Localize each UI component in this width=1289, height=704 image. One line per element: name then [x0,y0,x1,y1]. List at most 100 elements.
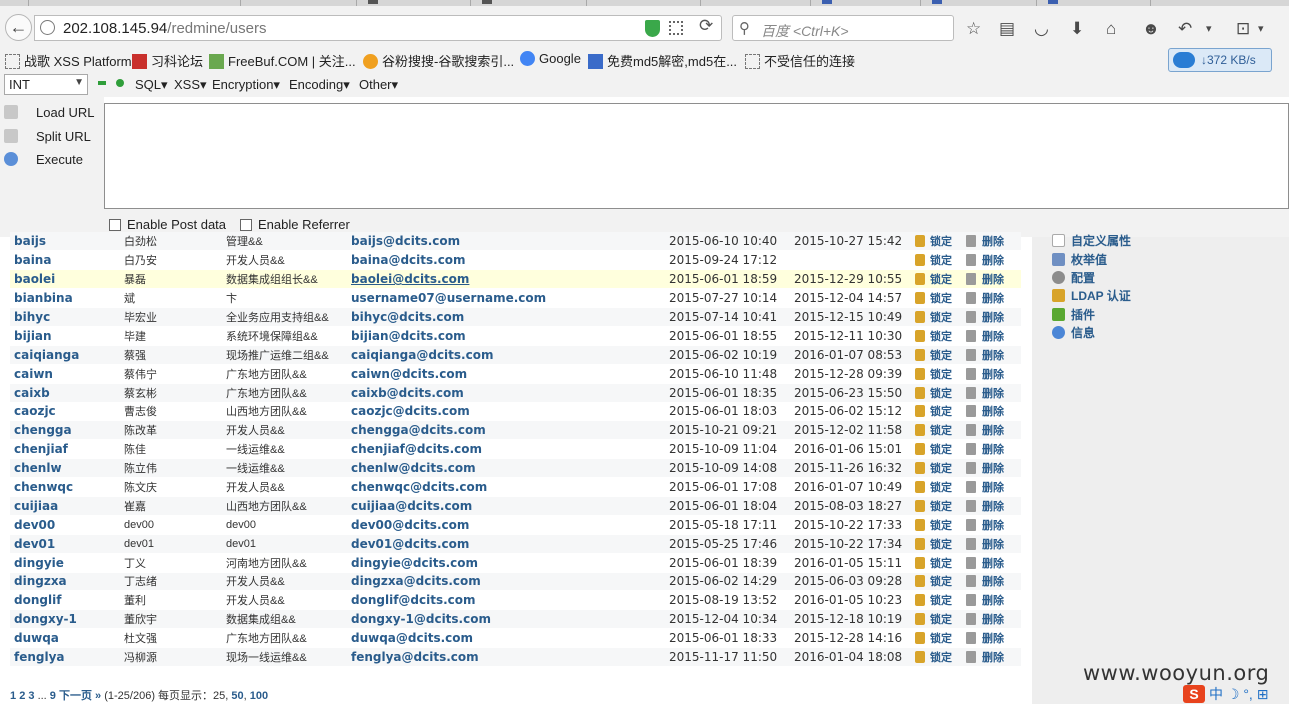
user-login-link[interactable]: chenlw [10,458,120,479]
user-email-link[interactable]: caiwn@dcits.com [347,364,665,384]
delete-user-button[interactable]: 删除 [952,481,1004,494]
user-login-link[interactable]: caixb [10,383,120,403]
pocket-icon[interactable]: ◡ [1034,20,1049,38]
user-email-link[interactable]: chenlw@dcits.com [347,458,665,479]
user-email-link[interactable]: chengga@dcits.com [347,420,665,441]
crop-icon[interactable]: ⊡ [1236,20,1250,38]
user-email-link[interactable]: caiqianga@dcits.com [347,345,665,365]
user-login-link[interactable]: baolei [10,269,120,290]
delete-user-button[interactable]: 删除 [952,348,1004,362]
url-textarea[interactable] [104,103,1289,209]
lock-user-button[interactable]: 锁定 [915,594,952,607]
back-button[interactable]: ← [5,14,32,41]
per-page-link[interactable]: 50 [231,690,243,702]
url-text[interactable]: 202.108.145.94/redmine/users [63,20,267,37]
bookmark-item[interactable]: 战歌 XSS Platform [5,51,132,70]
lock-user-button[interactable]: 锁定 [915,481,952,494]
sidebar-item-settings[interactable]: 配置 [1052,269,1095,286]
smiley-icon[interactable]: ☻ [1142,20,1160,38]
user-login-link[interactable]: bihyc [10,307,120,327]
delete-user-button[interactable]: 删除 [952,311,1004,324]
reading-list-icon[interactable]: ▤ [999,20,1015,38]
shield-icon[interactable] [645,20,660,37]
bookmark-item[interactable]: 习科论坛 [132,51,203,70]
user-email-link[interactable]: dev01@dcits.com [347,534,665,554]
user-login-link[interactable]: caiwn [10,364,120,384]
delete-user-button[interactable]: 删除 [952,556,1004,570]
delete-user-button[interactable]: 删除 [952,499,1004,513]
address-bar[interactable]: 202.108.145.94/redmine/users ⟳ [34,15,722,41]
delete-user-button[interactable]: 删除 [952,292,1004,305]
home-icon[interactable]: ⌂ [1106,20,1116,38]
undo-icon[interactable]: ↶ [1178,20,1192,38]
per-page-link[interactable]: 100 [250,690,268,702]
user-email-link[interactable]: baijs@dcits.com [347,232,665,252]
lock-user-button[interactable]: 锁定 [915,329,952,343]
user-login-link[interactable]: duwqa [10,628,120,649]
lock-user-button[interactable]: 锁定 [915,537,952,551]
page-link[interactable]: 1 [10,690,16,702]
delete-user-button[interactable]: 删除 [952,632,1004,645]
enable-post-data-checkbox[interactable]: Enable Post data [109,217,226,232]
user-email-link[interactable]: dongxy-1@dcits.com [347,609,665,630]
menu-encryption[interactable]: Encryption▾ [212,77,280,93]
user-login-link[interactable]: caiqianga [10,345,120,365]
user-email-link[interactable]: bijian@dcits.com [347,326,665,346]
delete-user-button[interactable]: 删除 [952,254,1004,267]
lock-user-button[interactable]: 锁定 [915,651,952,664]
enable-referrer-checkbox[interactable]: Enable Referrer [240,217,350,232]
delete-user-button[interactable]: 删除 [952,537,1004,551]
user-login-link[interactable]: baina [10,250,120,271]
delete-user-button[interactable]: 删除 [952,405,1004,418]
delete-user-button[interactable]: 删除 [952,367,1004,381]
download-speed-widget[interactable]: ↓372 KB/s [1168,48,1272,72]
split-url-button[interactable]: Split URL [4,129,91,144]
user-email-link[interactable]: dev00@dcits.com [347,515,665,535]
bookmark-star-icon[interactable]: ☆ [966,20,981,38]
delete-user-button[interactable]: 删除 [952,235,1004,248]
minus-icon[interactable] [98,81,106,85]
user-login-link[interactable]: chengga [10,420,120,441]
menu-xss[interactable]: XSS▾ [174,77,207,93]
sidebar-item-plugins[interactable]: 插件 [1052,306,1095,323]
page-link[interactable]: 3 [28,690,34,702]
user-login-link[interactable]: dingzxa [10,572,120,592]
user-email-link[interactable]: dingyie@dcits.com [347,553,665,573]
reload-icon[interactable]: ⟳ [699,16,713,36]
user-login-link[interactable]: cuijiaa [10,496,120,516]
user-email-link[interactable]: bihyc@dcits.com [347,307,665,327]
chevron-down-icon[interactable]: ▾ [1258,20,1264,38]
execute-button[interactable]: Execute [4,152,83,167]
lock-user-button[interactable]: 锁定 [915,273,952,286]
user-email-link[interactable]: cuijiaa@dcits.com [347,496,665,516]
user-login-link[interactable]: bianbina [10,288,120,309]
lock-user-button[interactable]: 锁定 [915,462,952,475]
user-login-link[interactable]: dev01 [10,534,120,554]
next-page-link[interactable]: 下一页 » [59,690,101,702]
bookmark-item[interactable]: Google [520,51,581,66]
user-login-link[interactable]: dev00 [10,515,120,535]
lock-user-button[interactable]: 锁定 [915,499,952,513]
lock-user-button[interactable]: 锁定 [915,386,952,400]
sidebar-item-info[interactable]: 信息 [1052,324,1095,341]
type-select[interactable]: INT ▼ [4,74,88,95]
delete-user-button[interactable]: 删除 [952,329,1004,343]
delete-user-button[interactable]: 删除 [952,518,1004,532]
delete-user-button[interactable]: 删除 [952,386,1004,400]
delete-user-button[interactable]: 删除 [952,594,1004,607]
user-email-link[interactable]: fenglya@dcits.com [347,647,665,667]
sidebar-item-ldap[interactable]: LDAP 认证 [1052,287,1131,304]
menu-encoding[interactable]: Encoding▾ [289,77,350,93]
user-login-link[interactable]: bijian [10,326,120,346]
lock-user-button[interactable]: 锁定 [915,292,952,305]
delete-user-button[interactable]: 删除 [952,575,1004,588]
lock-user-button[interactable]: 锁定 [915,518,952,532]
lock-user-button[interactable]: 锁定 [915,632,952,645]
user-login-link[interactable]: baijs [10,232,120,252]
bookmark-item[interactable]: 谷粉搜搜-谷歌搜索引... [363,51,514,70]
download-icon[interactable]: ⬇ [1070,20,1084,38]
delete-user-button[interactable]: 删除 [952,443,1004,456]
bookmark-item[interactable]: FreeBuf.COM | 关注... [209,51,356,70]
user-email-link[interactable]: chenjiaf@dcits.com [347,439,665,460]
search-bar[interactable]: ⚲ 百度 <Ctrl+K> [732,15,954,41]
